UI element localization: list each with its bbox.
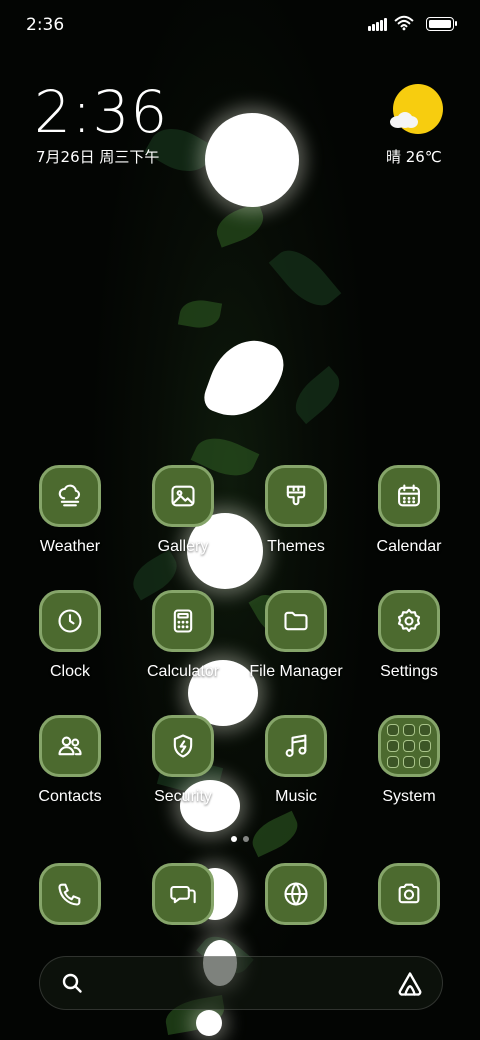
weather-condition-temp: 晴 26℃	[386, 148, 442, 166]
battery-icon	[426, 17, 457, 31]
dock-camera[interactable]	[349, 863, 469, 925]
search-bar[interactable]	[39, 956, 443, 1010]
page-dot-active	[231, 836, 237, 842]
dock-phone[interactable]	[10, 863, 130, 925]
wifi-icon	[394, 15, 414, 31]
folder-icon	[265, 590, 327, 652]
app-label: System	[382, 788, 436, 805]
page-dot	[243, 836, 249, 842]
phone-icon	[39, 863, 101, 925]
app-calculator[interactable]: Calculator	[123, 590, 243, 681]
music-note-icon	[265, 715, 327, 777]
clock-widget-time[interactable]: 2:36	[34, 78, 168, 146]
app-clock[interactable]: Clock	[10, 590, 130, 681]
app-label: Weather	[39, 538, 101, 555]
calendar-icon	[378, 465, 440, 527]
app-label: File Manager	[249, 663, 343, 680]
people-icon	[39, 715, 101, 777]
assistant-icon[interactable]	[396, 970, 424, 998]
calculator-icon	[152, 590, 214, 652]
app-themes[interactable]: Themes	[236, 465, 356, 556]
app-label: Themes	[267, 538, 325, 555]
status-time: 2:36	[26, 15, 65, 35]
image-icon	[152, 465, 214, 527]
dock-browser[interactable]	[236, 863, 356, 925]
cloud-icon	[390, 112, 420, 128]
app-label: Music	[275, 788, 317, 805]
app-security[interactable]: Security	[123, 715, 243, 806]
camera-icon	[378, 863, 440, 925]
globe-icon	[265, 863, 327, 925]
app-calendar[interactable]: Calendar	[349, 465, 469, 556]
app-file-manager[interactable]: File Manager	[236, 590, 356, 681]
app-label: Contacts	[38, 788, 102, 805]
brush-icon	[265, 465, 327, 527]
status-bar: 2:36	[0, 0, 480, 50]
dock-messages[interactable]	[123, 863, 243, 925]
search-icon	[62, 973, 82, 993]
app-contacts[interactable]: Contacts	[10, 715, 130, 806]
app-weather[interactable]: Weather	[10, 465, 130, 556]
message-icon	[152, 863, 214, 925]
page-indicator	[0, 829, 480, 847]
cloud-fog-icon	[39, 465, 101, 527]
clock-icon	[39, 590, 101, 652]
app-label: Settings	[380, 663, 438, 680]
app-settings[interactable]: Settings	[349, 590, 469, 681]
gear-icon	[378, 590, 440, 652]
signal-icon	[368, 17, 388, 31]
clock-widget-date[interactable]: 7月26日 周三下午	[36, 146, 159, 167]
app-label: Calendar	[376, 538, 442, 555]
folder-grid-icon	[378, 715, 440, 777]
app-music[interactable]: Music	[236, 715, 356, 806]
app-label: Gallery	[157, 538, 209, 555]
app-system-folder[interactable]: System	[349, 715, 469, 806]
app-label: Clock	[49, 663, 90, 680]
app-label: Security	[154, 788, 212, 805]
shield-bolt-icon	[152, 715, 214, 777]
app-label: Calculator	[146, 663, 220, 680]
app-gallery[interactable]: Gallery	[123, 465, 243, 556]
